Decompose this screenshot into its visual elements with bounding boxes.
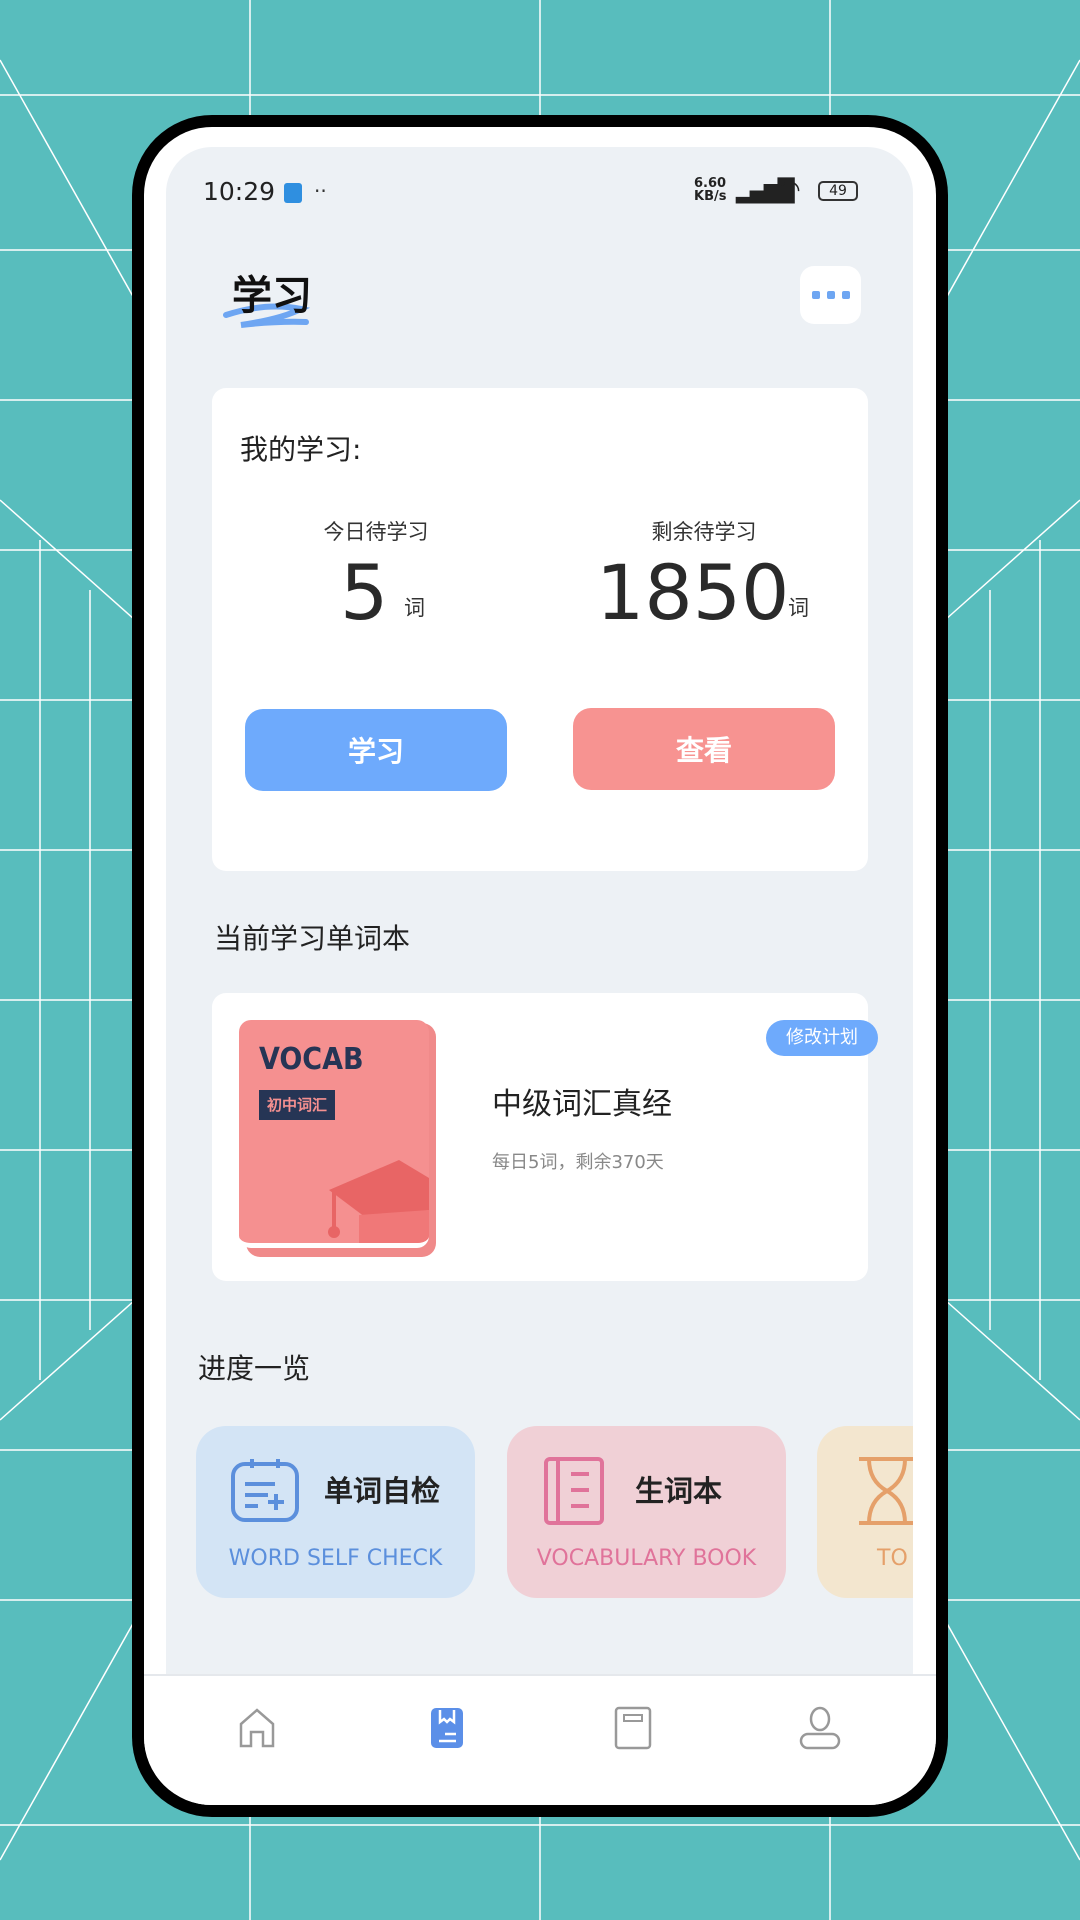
- remaining-label: 剩余待学习: [651, 520, 757, 544]
- wordbook-icon[interactable]: [425, 1706, 469, 1750]
- phone-frame: 10:29 ·· 6.60 KB/s ▂▄▆█ ◠ 49 学习 我的学习: 今日待…: [132, 115, 948, 1817]
- ellipsis-icon: [811, 291, 820, 299]
- home-icon[interactable]: [235, 1706, 279, 1750]
- wordbook-section-title: 当前学习单词本: [214, 922, 411, 955]
- wordbook-plan: 每日5词，剩余370天: [492, 1152, 664, 1173]
- view-button[interactable]: 查看: [573, 708, 835, 790]
- study-heading: 我的学习:: [240, 433, 362, 466]
- tile-title: 单词自检: [324, 1474, 441, 1508]
- today-count: 5: [340, 548, 389, 637]
- tile-vocabulary-book[interactable]: 生词本 VOCABULARY BOOK: [507, 1426, 786, 1598]
- today-label: 今日待学习: [323, 520, 429, 544]
- tile-word-self-check[interactable]: 单词自检 WORD SELF CHECK: [196, 1426, 475, 1598]
- wifi-icon: ◠: [778, 175, 801, 205]
- edit-plan-button[interactable]: 修改计划: [766, 1020, 878, 1056]
- calendar-plus-icon: [231, 1459, 299, 1522]
- more-notifications-icon: ··: [314, 179, 327, 203]
- remaining-unit: 词: [788, 596, 809, 620]
- book-icon[interactable]: [611, 1706, 655, 1750]
- page-title: 学习: [232, 273, 312, 319]
- app-screen: 10:29 ·· 6.60 KB/s ▂▄▆█ ◠ 49 学习 我的学习: 今日待…: [166, 147, 913, 1675]
- network-speed: 6.60 KB/s: [694, 176, 727, 204]
- tile-title: 生词本: [635, 1474, 723, 1508]
- study-button[interactable]: 学习: [245, 709, 507, 791]
- status-time: 10:29: [203, 177, 276, 206]
- tile-subtitle: VOCABULARY BOOK: [536, 1546, 757, 1571]
- notification-app-icon: [284, 183, 302, 203]
- more-button[interactable]: [800, 266, 861, 324]
- tile-subtitle: WORD SELF CHECK: [228, 1546, 443, 1571]
- remaining-count: 1850: [596, 548, 790, 637]
- wordbook-name: 中级词汇真经: [492, 1087, 672, 1122]
- tile-subtitle: TO: [877, 1546, 908, 1571]
- my-study-card: 我的学习: 今日待学习 剩余待学习 5 词 1850 词 学习 查看: [212, 388, 868, 871]
- profile-icon[interactable]: [798, 1706, 842, 1750]
- progress-section-title: 进度一览: [198, 1352, 311, 1385]
- today-unit: 词: [404, 596, 425, 620]
- bottom-navigation: [144, 1674, 936, 1805]
- tile-partial[interactable]: TO: [817, 1426, 913, 1598]
- book-cover-image: VOCAB 初中词汇: [239, 1020, 429, 1248]
- graduation-cap-icon: [328, 1160, 429, 1243]
- hourglass-icon: [859, 1457, 913, 1525]
- current-wordbook-card[interactable]: VOCAB 初中词汇 修改计划 中级词汇真经 每日5词，剩余370天: [212, 993, 878, 1281]
- notebook-icon: [544, 1457, 604, 1525]
- battery-icon: 49: [818, 181, 858, 201]
